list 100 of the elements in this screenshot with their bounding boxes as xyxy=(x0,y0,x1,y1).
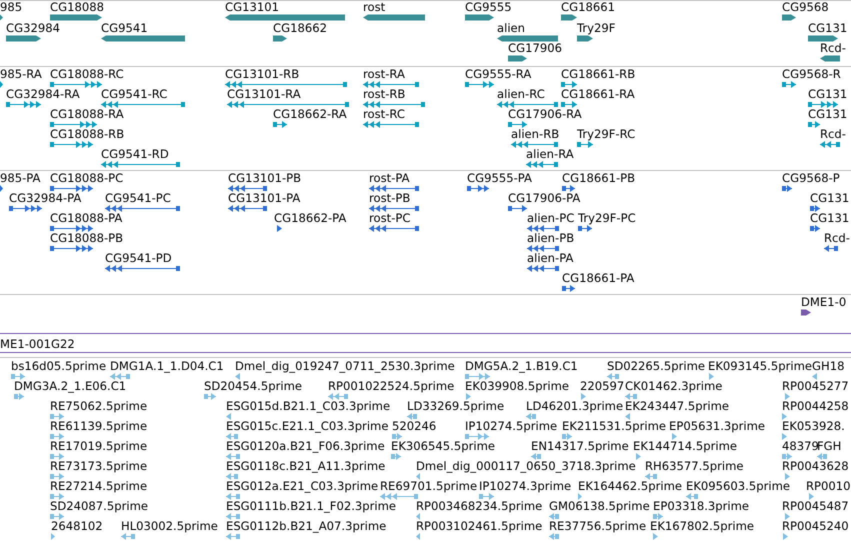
est-arrow[interactable] xyxy=(465,433,489,440)
est-arrow[interactable] xyxy=(645,473,657,480)
transcript-arrow[interactable] xyxy=(363,121,419,128)
est-arrow[interactable] xyxy=(121,533,135,540)
est-arrow[interactable] xyxy=(416,513,420,520)
est-arrow[interactable] xyxy=(653,513,663,520)
protein-arrow[interactable] xyxy=(562,185,575,192)
transcript-arrow[interactable] xyxy=(273,121,287,128)
est-arrow[interactable] xyxy=(391,453,401,460)
protein-arrow[interactable] xyxy=(810,205,820,212)
est-arrow[interactable] xyxy=(549,533,559,540)
est-arrow[interactable] xyxy=(607,373,619,380)
est-arrow[interactable] xyxy=(50,453,64,460)
est-arrow[interactable] xyxy=(226,493,240,500)
protein-arrow[interactable] xyxy=(508,205,527,212)
est-arrow[interactable] xyxy=(226,533,240,540)
transcript-arrow[interactable] xyxy=(101,101,185,108)
est-arrow[interactable] xyxy=(782,433,787,440)
est-arrow[interactable] xyxy=(226,473,238,480)
est-arrow[interactable] xyxy=(526,413,536,420)
est-arrow[interactable] xyxy=(328,393,348,400)
est-arrow[interactable] xyxy=(580,393,586,400)
transcript-arrow[interactable] xyxy=(808,121,820,128)
transcript-arrow[interactable] xyxy=(50,121,97,128)
transcript-arrow[interactable] xyxy=(808,101,838,108)
est-arrow[interactable] xyxy=(226,413,232,420)
protein-arrow[interactable] xyxy=(369,225,419,232)
transcript-arrow[interactable] xyxy=(511,141,558,148)
gene-arrow[interactable] xyxy=(101,34,185,42)
est-arrow[interactable] xyxy=(812,373,817,380)
protein-arrow[interactable] xyxy=(369,185,419,192)
est-arrow[interactable] xyxy=(50,473,64,480)
protein-arrow[interactable] xyxy=(0,185,3,192)
gene-arrow[interactable] xyxy=(561,14,577,21)
transcript-arrow[interactable] xyxy=(782,81,796,88)
protein-arrow[interactable] xyxy=(527,225,559,232)
transcript-arrow[interactable] xyxy=(526,161,558,168)
est-arrow[interactable] xyxy=(782,473,790,480)
protein-arrow[interactable] xyxy=(527,265,559,272)
gene-arrow[interactable] xyxy=(0,14,3,21)
est-arrow[interactable] xyxy=(226,453,240,460)
est-arrow[interactable] xyxy=(782,513,790,520)
transcript-arrow[interactable] xyxy=(50,141,93,148)
est-arrow[interactable] xyxy=(782,413,787,420)
est-arrow[interactable] xyxy=(578,493,582,500)
protein-arrow[interactable] xyxy=(105,205,180,212)
protein-arrow[interactable] xyxy=(562,285,575,292)
est-arrow[interactable] xyxy=(204,393,216,400)
protein-arrow[interactable] xyxy=(467,185,489,192)
protein-arrow[interactable] xyxy=(810,225,820,232)
gene-arrow[interactable] xyxy=(50,14,102,21)
transcript-arrow[interactable] xyxy=(508,121,527,128)
protein-arrow[interactable] xyxy=(274,225,282,232)
transcript-arrow[interactable] xyxy=(561,81,577,88)
est-arrow[interactable] xyxy=(226,433,238,440)
transcript-arrow[interactable] xyxy=(820,141,840,148)
transcript-arrow[interactable] xyxy=(363,81,419,88)
est-arrow[interactable] xyxy=(806,493,814,500)
transcript-arrow[interactable] xyxy=(101,161,180,168)
protein-arrow[interactable] xyxy=(578,225,592,232)
est-arrow[interactable] xyxy=(380,493,418,500)
est-arrow[interactable] xyxy=(416,473,420,480)
est-arrow[interactable] xyxy=(633,453,641,460)
gene-arrow[interactable] xyxy=(808,34,838,42)
gene-arrow[interactable] xyxy=(465,14,494,21)
est-arrow[interactable] xyxy=(650,533,658,540)
est-arrow[interactable] xyxy=(669,433,677,440)
gene-arrow[interactable] xyxy=(820,55,840,62)
est-arrow[interactable] xyxy=(50,413,64,420)
est-arrow[interactable] xyxy=(625,393,637,400)
gene-arrow[interactable] xyxy=(273,34,287,42)
protein-arrow[interactable] xyxy=(105,265,180,272)
est-arrow[interactable] xyxy=(50,493,64,500)
est-arrow[interactable] xyxy=(465,393,471,400)
est-arrow[interactable] xyxy=(531,453,541,460)
transcript-arrow[interactable] xyxy=(497,101,558,108)
protein-arrow[interactable] xyxy=(9,205,42,212)
est-arrow[interactable] xyxy=(479,493,494,500)
est-arrow[interactable] xyxy=(465,373,490,380)
est-arrow[interactable] xyxy=(817,453,827,460)
est-arrow[interactable] xyxy=(50,433,64,440)
gene-arrow[interactable] xyxy=(497,34,558,42)
gene-arrow[interactable] xyxy=(6,34,41,42)
est-arrow[interactable] xyxy=(110,373,130,380)
est-arrow[interactable] xyxy=(625,413,631,420)
est-arrow[interactable] xyxy=(14,393,24,400)
transcript-arrow[interactable] xyxy=(6,101,41,108)
transcript-arrow[interactable] xyxy=(50,81,102,88)
gene-arrow[interactable] xyxy=(363,14,425,21)
transcript-arrow[interactable] xyxy=(465,81,494,88)
est-arrow[interactable] xyxy=(50,513,64,520)
est-arrow[interactable] xyxy=(226,513,240,520)
est-arrow[interactable] xyxy=(392,433,402,440)
est-arrow[interactable] xyxy=(416,533,420,540)
protein-arrow[interactable] xyxy=(782,185,792,192)
protein-arrow[interactable] xyxy=(50,225,93,232)
est-arrow[interactable] xyxy=(782,453,792,460)
gene-arrow[interactable] xyxy=(577,34,593,42)
transcript-arrow[interactable] xyxy=(577,141,593,148)
est-arrow[interactable] xyxy=(11,373,25,380)
